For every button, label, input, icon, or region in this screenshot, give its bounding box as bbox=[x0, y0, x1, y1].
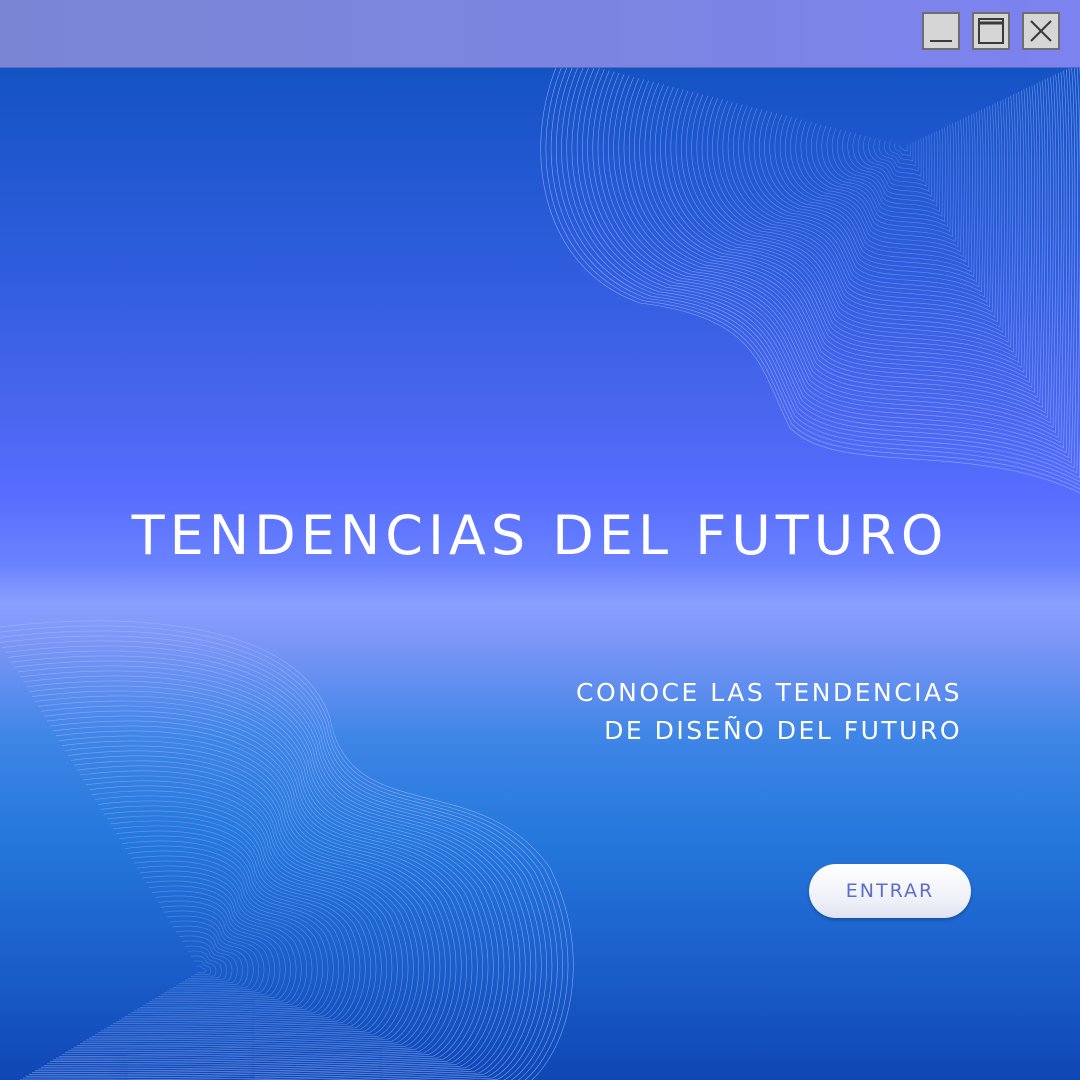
maximize-icon bbox=[978, 18, 1004, 44]
wave-line bbox=[190, 955, 217, 977]
wave-line bbox=[795, 119, 962, 253]
wave-line bbox=[85, 780, 403, 1041]
wave-line bbox=[25, 680, 510, 1077]
wave-line bbox=[55, 730, 457, 1059]
wave-line bbox=[145, 880, 297, 1004]
subtitle-line-2: DE DISEÑO DEL FUTURO bbox=[604, 716, 962, 745]
wave-line bbox=[686, 93, 1019, 358]
wave-line bbox=[196, 965, 206, 974]
subtitle: CONOCE LAS TENDENCIAS DE DISEÑO DEL FUTU… bbox=[576, 674, 962, 750]
wave-bottom-left bbox=[0, 620, 574, 1080]
wave-line bbox=[837, 129, 941, 212]
wave-line bbox=[894, 143, 911, 157]
subtitle-line-1: CONOCE LAS TENDENCIAS bbox=[576, 678, 962, 707]
enter-button[interactable]: ENTRAR bbox=[809, 864, 971, 918]
wave-line bbox=[587, 69, 1070, 454]
wave-line bbox=[873, 138, 922, 177]
wave-line bbox=[178, 935, 238, 984]
wave-line bbox=[136, 865, 313, 1010]
wave-line bbox=[561, 68, 1080, 479]
minimize-button[interactable] bbox=[922, 12, 960, 50]
wave-line bbox=[103, 810, 371, 1030]
wave-lines-decoration bbox=[0, 68, 1080, 1080]
wave-line bbox=[4, 645, 547, 1080]
wave-line bbox=[148, 885, 291, 1003]
window-titlebar bbox=[0, 0, 1080, 68]
wave-line bbox=[0, 630, 563, 1080]
wave-line bbox=[70, 755, 430, 1050]
wave-line bbox=[118, 835, 345, 1021]
wave-line bbox=[691, 94, 1016, 353]
wave-line bbox=[613, 75, 1057, 429]
wave-line bbox=[899, 144, 908, 152]
wave-line bbox=[52, 725, 462, 1061]
wave-line bbox=[889, 142, 914, 162]
wave-line bbox=[7, 650, 542, 1080]
wave-line bbox=[847, 132, 935, 202]
wave-line bbox=[805, 121, 957, 242]
wave-top-right bbox=[540, 68, 1080, 494]
wave-line bbox=[91, 790, 393, 1037]
minimize-icon bbox=[930, 40, 952, 42]
wave-line bbox=[608, 74, 1059, 434]
wave-line bbox=[753, 109, 984, 293]
wave-line bbox=[758, 110, 981, 288]
wave-line bbox=[0, 620, 574, 1080]
hero-panel: TENDENCIAS DEL FUTURO CONOCE LAS TENDENC… bbox=[0, 68, 1080, 1080]
wave-line bbox=[157, 900, 275, 997]
wave-line bbox=[790, 118, 965, 258]
wave-line bbox=[142, 875, 302, 1006]
wave-line bbox=[0, 635, 558, 1080]
wave-line bbox=[696, 95, 1014, 348]
maximize-button[interactable] bbox=[972, 12, 1010, 50]
close-icon bbox=[1030, 20, 1052, 42]
wave-line bbox=[566, 68, 1080, 474]
wave-line bbox=[649, 84, 1038, 393]
wave-line bbox=[675, 90, 1024, 368]
page-title: TENDENCIAS DEL FUTURO bbox=[131, 504, 949, 567]
wave-line bbox=[644, 82, 1041, 398]
wave-line bbox=[602, 72, 1062, 439]
wave-line bbox=[163, 910, 265, 994]
close-button[interactable] bbox=[1022, 12, 1060, 50]
wave-line bbox=[13, 660, 531, 1080]
